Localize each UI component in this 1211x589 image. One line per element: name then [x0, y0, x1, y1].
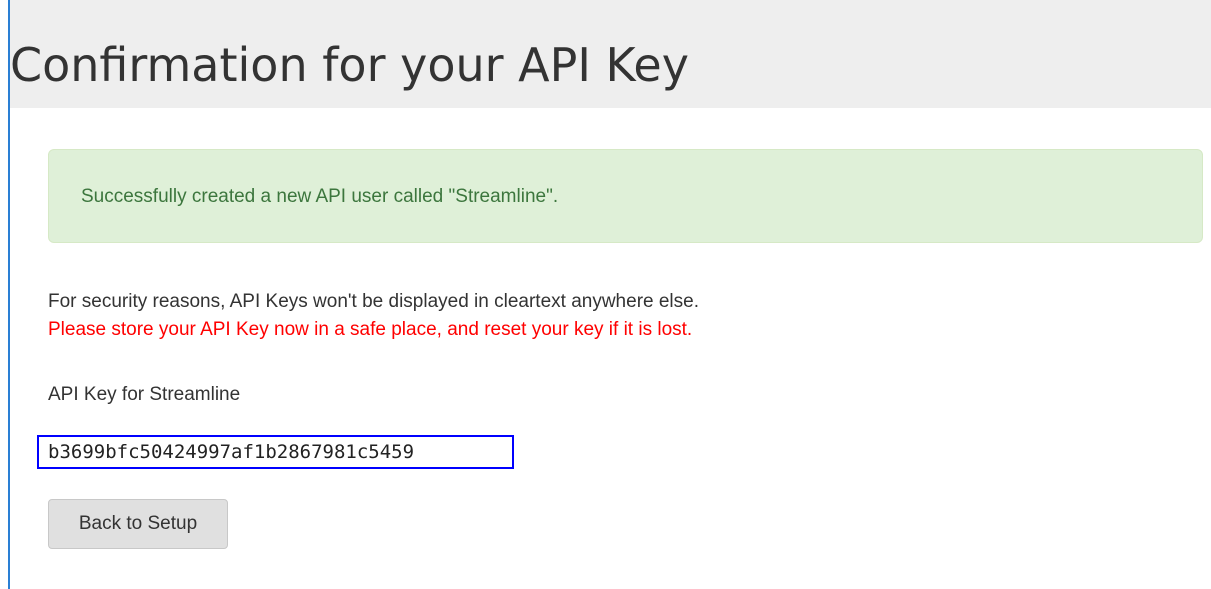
success-alert: Successfully created a new API user call…	[48, 149, 1203, 243]
security-notice: For security reasons, API Keys won't be …	[48, 291, 700, 312]
success-alert-message: Successfully created a new API user call…	[81, 186, 559, 207]
api-key-label: API Key for Streamline	[48, 384, 241, 405]
back-to-setup-button[interactable]: Back to Setup	[48, 499, 228, 549]
api-key-value[interactable]: b3699bfc50424997af1b2867981c5459	[37, 435, 514, 469]
page-title: Confirmation for your API Key	[10, 38, 689, 92]
store-key-warning: Please store your API Key now in a safe …	[48, 319, 693, 340]
